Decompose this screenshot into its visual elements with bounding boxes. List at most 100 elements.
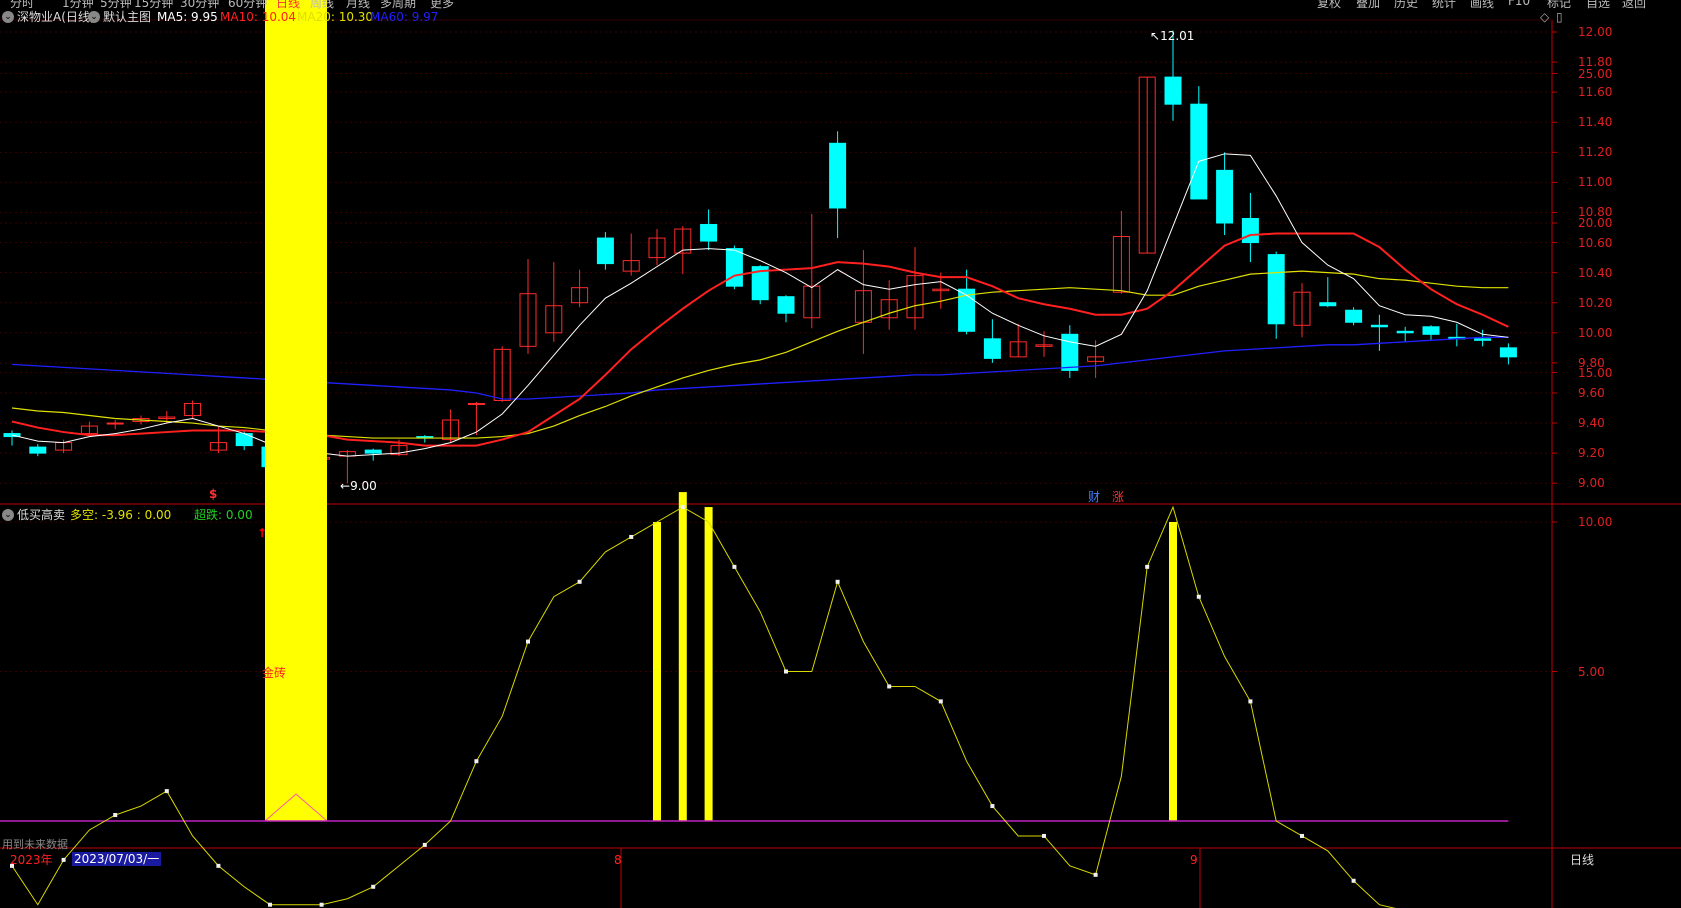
cursor-date: 2023/07/03/一 <box>72 852 162 866</box>
indicator-dot <box>577 579 582 584</box>
ma10-label: MA10: 10.04 <box>220 10 297 24</box>
candle-body <box>1345 309 1363 323</box>
high-price-marker: ↖12.01 <box>1150 29 1195 43</box>
candle-body <box>1190 103 1208 200</box>
price-tick-label: 9.20 <box>1578 446 1605 461</box>
candle-body <box>1422 326 1440 335</box>
candle-body <box>983 338 1001 359</box>
indicator-toggle-icon[interactable]: ⌄ <box>2 11 14 23</box>
candle-body <box>1241 217 1259 244</box>
ma60-label: MA60: 9.97 <box>370 10 439 24</box>
signal-bar <box>704 507 713 821</box>
indicator-dot <box>990 804 995 809</box>
indicator-dot <box>113 813 118 818</box>
month-sep-label: 9 <box>1190 853 1198 867</box>
ma60-line <box>11 336 1509 400</box>
candle-body <box>1499 347 1517 358</box>
ma20-label: MA20: 10.30 <box>297 10 374 24</box>
indicator-dot <box>1196 594 1201 599</box>
indicator-dot <box>216 863 221 868</box>
price-tick-label: 11.60 <box>1578 85 1613 100</box>
candles-group <box>3 30 1517 484</box>
dollar-marker[interactable]: $ <box>209 487 217 501</box>
indicator-dot <box>680 505 685 510</box>
rise-marker[interactable]: 涨 <box>1112 490 1124 504</box>
indicator-dot <box>319 902 324 907</box>
signal-bar <box>653 522 661 821</box>
chart-canvas[interactable] <box>0 0 1681 908</box>
candle-body <box>29 446 47 454</box>
indicator-tick-label: 5.00 <box>1578 664 1605 679</box>
indicator-dot <box>835 579 840 584</box>
toolbar-item[interactable]: 统计 <box>1432 0 1456 11</box>
candle-body <box>777 296 795 314</box>
stock-title: 深物业A(日线) <box>17 10 95 24</box>
candle-body <box>1370 324 1388 328</box>
price-tick-label: 9.60 <box>1578 385 1605 400</box>
indicator-tick-label: 15.00 <box>1578 365 1613 380</box>
price-tick-label: 11.20 <box>1578 145 1613 160</box>
candle-body <box>106 422 124 425</box>
indicator-dot <box>1145 564 1150 569</box>
toolbar-item[interactable]: 自选 <box>1586 0 1610 11</box>
price-tick-label: 11.40 <box>1578 115 1613 130</box>
period-label[interactable]: 日线 <box>1570 853 1594 867</box>
indicator-dot <box>422 842 427 847</box>
price-tick-label: 10.40 <box>1578 265 1613 280</box>
gold-brick-label: 金砖 <box>262 666 287 680</box>
indicator-dot <box>887 684 892 689</box>
price-tick-label: 12.00 <box>1578 25 1613 39</box>
diamond-icon[interactable]: ◇ <box>1540 10 1549 24</box>
indicator-tick-label: 25.00 <box>1578 66 1613 81</box>
candle-body <box>1061 333 1079 371</box>
indicator-dot <box>371 884 376 889</box>
indicator-tick-label: 20.00 <box>1578 216 1613 230</box>
indicator-dot <box>526 639 530 644</box>
toolbar-item[interactable]: 返回 <box>1622 0 1646 11</box>
month-aug-label: 8 <box>614 853 622 867</box>
sub-indicator-oversold: 超跌: 0.00 <box>194 508 253 522</box>
indicator-dot <box>732 564 737 569</box>
candle-body <box>1164 76 1182 105</box>
toolbar-item[interactable]: 叠加 <box>1356 0 1380 11</box>
chart-stage: 分时 1分钟 5分钟 15分钟 30分钟 60分钟 日线 周线 月线 多周期 更多 复权 叠加 历史 统计画… <box>0 0 1681 908</box>
sub-indicator-title: 低买高卖 <box>17 508 66 522</box>
candle-body <box>1474 338 1492 341</box>
arrow-up-icon: ↑ <box>257 526 268 540</box>
indicator-dot <box>1300 833 1304 838</box>
candle-body <box>467 402 485 405</box>
candle-body <box>364 449 382 454</box>
indicator-dot <box>61 857 66 862</box>
indicator-tick-label: 10.00 <box>1578 515 1613 529</box>
toolbar-item[interactable]: F10 <box>1508 0 1530 8</box>
signal-bar <box>678 492 687 821</box>
sub-chart-group <box>0 0 1509 908</box>
toolbar-item[interactable]: 画线 <box>1470 0 1494 11</box>
candle-body <box>596 237 614 265</box>
low-price-marker: ←9.00 <box>340 479 377 493</box>
candle-body <box>829 142 847 209</box>
indicator-dot <box>629 534 634 539</box>
page-icon[interactable]: ▯ <box>1556 10 1563 24</box>
toolbar-item[interactable]: 历史 <box>1394 0 1418 11</box>
indicator-dot <box>1248 699 1253 704</box>
candle-body <box>700 224 718 242</box>
price-tick-label: 10.20 <box>1578 295 1613 310</box>
candle-body <box>725 248 743 287</box>
price-tick-label: 9.40 <box>1578 416 1605 431</box>
sub-indicator-toggle-icon[interactable]: ⌄ <box>2 509 14 521</box>
gold-brick-bar <box>265 0 327 821</box>
candle-body <box>1396 330 1414 334</box>
finance-marker[interactable]: 财 <box>1088 490 1100 504</box>
indicator-dot <box>1351 878 1356 883</box>
price-tick-label: 10.60 <box>1578 235 1613 250</box>
grid <box>0 19 1681 908</box>
signal-bar <box>1169 522 1177 821</box>
theme-label: 默认主图 <box>103 10 152 24</box>
candle-body <box>1267 254 1285 325</box>
sub-indicator-bullbear: 多空: -3.96 : 0.00 <box>70 508 172 522</box>
theme-toggle-icon[interactable]: ⌄ <box>88 11 100 23</box>
indicator-dot <box>1042 833 1046 838</box>
toolbar-item[interactable]: 复权 <box>1317 0 1341 11</box>
ma5-label: MA5: 9.95 <box>157 10 218 24</box>
